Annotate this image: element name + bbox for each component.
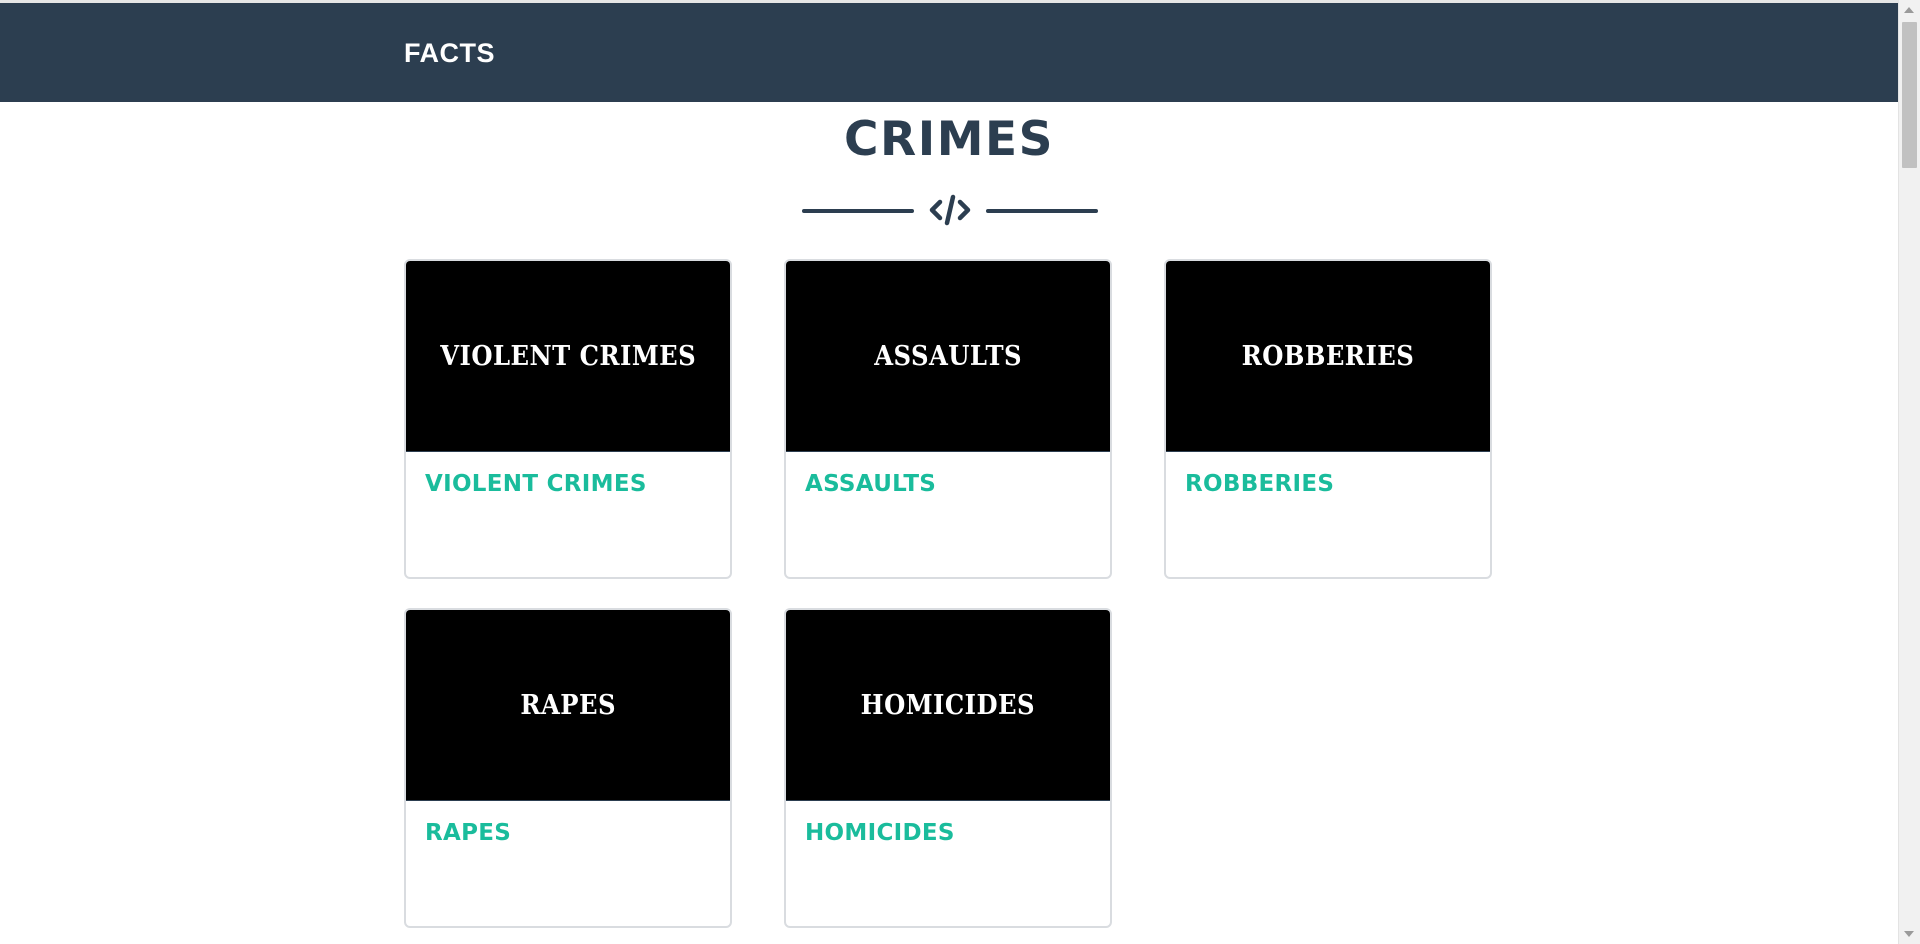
card-rapes[interactable]: RAPES RAPES	[404, 608, 732, 928]
scrollbar-thumb[interactable]	[1902, 22, 1917, 168]
page-title: CRIMES	[844, 112, 1054, 167]
vertical-scrollbar[interactable]	[1898, 0, 1920, 944]
scroll-down-icon[interactable]	[1904, 931, 1914, 937]
card-image-text: VIOLENT CRIMES	[440, 340, 696, 372]
card-homicides[interactable]: HOMICIDES HOMICIDES	[784, 608, 1112, 928]
card-image-text: ROBBERIES	[1241, 340, 1415, 372]
code-icon	[929, 194, 971, 226]
card-image[interactable]: ROBBERIES	[1166, 261, 1490, 452]
card-robberies[interactable]: ROBBERIES ROBBERIES	[1164, 259, 1492, 579]
card-image[interactable]: HOMICIDES	[786, 610, 1110, 801]
card-image[interactable]: RAPES	[406, 610, 730, 801]
card-image-text: HOMICIDES	[860, 689, 1036, 721]
card-title-link[interactable]: ASSAULTS	[805, 471, 936, 497]
card-image[interactable]: VIOLENT CRIMES	[406, 261, 730, 452]
card-title-link[interactable]: HOMICIDES	[805, 820, 955, 846]
page: FACTS CRIMES VIOLENT CRIMES VIOLENT CRIM…	[0, 0, 1920, 944]
navbar: FACTS	[0, 3, 1898, 102]
card-title-link[interactable]: VIOLENT CRIMES	[425, 471, 647, 497]
scroll-up-icon[interactable]	[1904, 7, 1914, 13]
card-title-link[interactable]: ROBBERIES	[1185, 471, 1334, 497]
brand-link[interactable]: FACTS	[404, 38, 495, 69]
divider-line-left	[802, 209, 914, 213]
card-assaults[interactable]: ASSAULTS ASSAULTS	[784, 259, 1112, 579]
card-image[interactable]: ASSAULTS	[786, 261, 1110, 452]
divider-line-right	[986, 209, 1098, 213]
card-image-text: RAPES	[520, 689, 616, 721]
card-image-text: ASSAULTS	[874, 340, 1022, 372]
card-title-link[interactable]: RAPES	[425, 820, 511, 846]
title-divider	[802, 193, 1098, 227]
card-violent-crimes[interactable]: VIOLENT CRIMES VIOLENT CRIMES	[404, 259, 732, 579]
